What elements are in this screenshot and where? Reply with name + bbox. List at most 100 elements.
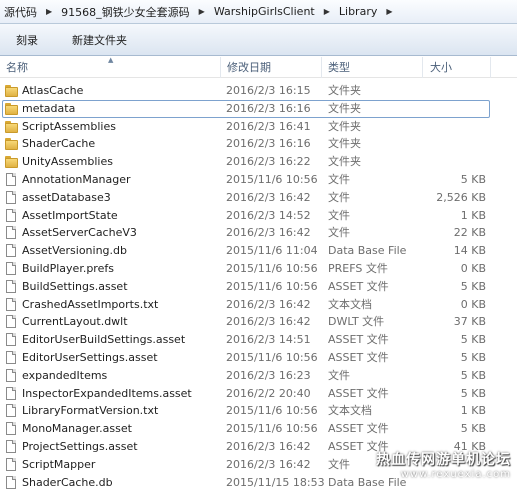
file-row[interactable]: InspectorExpandedItems.asset 2016/2/2 20:…: [0, 385, 517, 403]
file-icon: [5, 226, 18, 240]
file-size: 22 KB: [453, 226, 486, 240]
file-icon: [5, 261, 18, 275]
breadcrumb-item[interactable]: 源代码: [2, 2, 39, 22]
column-name[interactable]: 名称: [6, 57, 28, 78]
file-row[interactable]: LibraryFormatVersion.txt 2015/11/6 10:56 文…: [0, 402, 517, 420]
file-icon: [5, 350, 18, 364]
column-divider[interactable]: [321, 57, 322, 78]
file-size: [400, 135, 486, 153]
folder-icon: [5, 85, 18, 97]
file-name: AssetImportState: [22, 208, 118, 222]
burn-button[interactable]: 刻录: [10, 29, 44, 51]
file-row[interactable]: MonoManager.asset 2015/11/6 10:56 ASSET 文件…: [0, 420, 517, 438]
file-date: 2016/2/3 16:15: [226, 84, 311, 97]
column-type[interactable]: 类型: [328, 57, 350, 78]
file-name: CurrentLayout.dwlt: [22, 315, 128, 329]
file-name: CrashedAssetImports.txt: [22, 297, 159, 311]
column-divider[interactable]: [220, 57, 221, 78]
chevron-right-icon[interactable]: ▶: [379, 7, 399, 16]
column-date[interactable]: 修改日期: [227, 57, 271, 78]
file-icon: [5, 333, 18, 347]
file-row[interactable]: BuildPlayer.prefs 2015/11/6 10:56 PREFS 文件…: [0, 260, 517, 278]
file-size: 5 KB: [460, 368, 486, 382]
file-name: BuildSettings.asset: [22, 279, 128, 293]
file-size: [400, 153, 486, 171]
address-bar[interactable]: 源代码 ▶ 91568_钢铁少女全套源码 ▶ WarshipGirlsClien…: [0, 0, 517, 24]
sort-up-icon: ▲: [108, 56, 114, 64]
file-row[interactable]: EditorUserSettings.asset 2015/11/6 10:56 A…: [0, 349, 517, 367]
file-name: EditorUserSettings.asset: [22, 350, 158, 364]
folder-icon: [5, 102, 18, 115]
file-row[interactable]: expandedItems 2016/2/3 16:23 文件 5 KB: [0, 367, 517, 385]
new-folder-button[interactable]: 新建文件夹: [66, 29, 133, 51]
file-row[interactable]: metadata 2016/2/3 16:16 文件夹: [0, 99, 517, 118]
file-size: 1 KB: [460, 404, 486, 418]
breadcrumb-item[interactable]: 91568_钢铁少女全套源码: [59, 2, 192, 22]
file-size: 14 KB: [453, 244, 486, 258]
file-date: 2015/11/6 11:04: [226, 244, 318, 258]
file-date: 2015/11/15 18:53: [226, 475, 325, 489]
file-name: expandedItems: [22, 368, 108, 382]
file-size: [400, 82, 486, 100]
file-name: UnityAssemblies: [22, 155, 113, 169]
file-row[interactable]: ShaderCache 2016/2/3 16:16 文件夹: [0, 135, 517, 153]
file-date: 2016/2/3 16:42: [226, 457, 311, 471]
file-date: 2016/2/3 16:42: [226, 190, 311, 204]
file-row[interactable]: CurrentLayout.dwlt 2016/2/3 16:42 DWLT 文件 3…: [0, 313, 517, 331]
file-size: 2,526 KB: [436, 190, 486, 204]
breadcrumb-item[interactable]: WarshipGirlsClient: [212, 2, 317, 22]
file-name: EditorUserBuildSettings.asset: [22, 333, 186, 347]
file-icon: [5, 172, 18, 186]
file-row[interactable]: CrashedAssetImports.txt 2016/2/3 16:42 文本文…: [0, 296, 517, 314]
file-date: 2015/11/6 10:56: [226, 261, 318, 275]
file-name: AnnotationManager: [22, 172, 131, 186]
file-row[interactable]: AssetVersioning.db 2015/11/6 11:04 Data Ba…: [0, 242, 517, 260]
file-size: [400, 100, 486, 118]
file-row[interactable]: AtlasCache 2016/2/3 16:15 文件夹: [0, 82, 517, 100]
file-name: BuildPlayer.prefs: [22, 261, 114, 275]
folder-icon: [5, 120, 18, 133]
file-row[interactable]: BuildSettings.asset 2015/11/6 10:56 ASSET …: [0, 278, 517, 296]
file-row[interactable]: AssetServerCacheV3 2016/2/3 16:42 文件 22 KB: [0, 224, 517, 242]
file-icon: [5, 475, 18, 489]
file-date: 2016/2/3 16:41: [226, 119, 311, 133]
file-name: metadata: [22, 101, 76, 115]
toolbar: 刻录 新建文件夹: [0, 24, 517, 56]
file-name: AssetServerCacheV3: [22, 226, 137, 240]
file-date: 2016/2/3 16:16: [226, 137, 311, 151]
column-divider[interactable]: [422, 57, 423, 78]
breadcrumb-item[interactable]: Library: [337, 2, 379, 22]
folder-icon: [5, 156, 18, 169]
file-size: 0 KB: [460, 261, 486, 275]
file-row[interactable]: UnityAssemblies 2016/2/3 16:22 文件夹: [0, 153, 517, 171]
chevron-right-icon[interactable]: ▶: [192, 7, 212, 16]
file-date: 2016/2/3 16:42: [226, 439, 311, 453]
file-row[interactable]: EditorUserBuildSettings.asset 2016/2/3 14…: [0, 331, 517, 349]
chevron-right-icon[interactable]: ▶: [39, 7, 59, 16]
file-date: 2016/2/3 16:42: [226, 297, 311, 311]
file-icon: [5, 386, 18, 400]
column-divider[interactable]: [490, 57, 491, 78]
chevron-right-icon[interactable]: ▶: [317, 7, 337, 16]
file-name: InspectorExpandedItems.asset: [22, 386, 192, 400]
watermark-url: www.rexuexia.com: [400, 469, 511, 480]
file-row[interactable]: AnnotationManager 2015/11/6 10:56 文件 5 KB: [0, 171, 517, 189]
folder-icon: [5, 138, 18, 151]
file-row[interactable]: ScriptAssemblies 2016/2/3 16:41 文件夹: [0, 118, 517, 136]
file-icon: [5, 190, 18, 204]
column-header: ▲ 名称 修改日期 类型 大小: [0, 56, 517, 78]
file-icon: [5, 244, 18, 258]
file-icon: [5, 404, 18, 418]
file-name: ProjectSettings.asset: [22, 439, 138, 453]
file-row[interactable]: assetDatabase3 2016/2/3 16:42 文件 2,526 KB: [0, 189, 517, 207]
file-name: AtlasCache: [22, 84, 84, 97]
file-date: 2016/2/3 14:51: [226, 333, 311, 347]
file-date: 2016/2/3 16:22: [226, 155, 311, 169]
file-name: ShaderCache: [22, 137, 96, 151]
file-icon: [5, 368, 18, 382]
file-name: LibraryFormatVersion.txt: [22, 404, 159, 418]
file-size: [400, 118, 486, 136]
file-size: 5 KB: [460, 386, 486, 400]
file-row[interactable]: AssetImportState 2016/2/3 14:52 文件 1 KB: [0, 207, 517, 225]
column-size[interactable]: 大小: [430, 57, 452, 78]
